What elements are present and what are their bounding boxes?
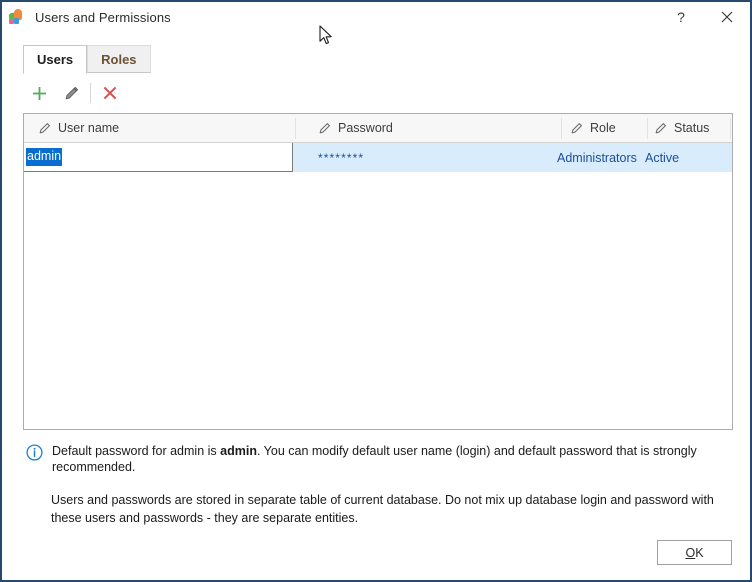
grid-toolbar <box>23 78 126 108</box>
header-separator <box>561 118 562 139</box>
help-button[interactable]: ? <box>658 2 704 32</box>
column-header-label: Role <box>590 121 616 135</box>
tab-users[interactable]: Users <box>23 45 88 74</box>
user-name-cell-editor[interactable]: admin <box>24 143 293 172</box>
close-x-icon <box>103 86 117 100</box>
column-header-status[interactable]: Status <box>654 114 709 142</box>
column-header-label: User name <box>58 121 120 135</box>
tab-users-label: Users <box>37 52 74 67</box>
user-name-input-value: admin <box>26 148 63 166</box>
header-separator <box>730 118 731 139</box>
header-separator <box>295 118 296 139</box>
app-leaf-icon <box>8 9 25 25</box>
pencil-icon <box>319 122 330 133</box>
tab-roles[interactable]: Roles <box>87 45 151 73</box>
tab-bar: Users Roles <box>23 45 151 74</box>
users-and-permissions-window: Users and Permissions ? Users Roles User… <box>0 0 752 582</box>
info-circle-icon <box>26 444 43 461</box>
title-bar-buttons: ? <box>658 2 750 32</box>
password-value: ******** <box>318 150 365 165</box>
pencil-icon <box>65 86 78 99</box>
status-value: Active <box>645 150 680 165</box>
delete-user-button[interactable] <box>94 79 126 107</box>
pencil-icon <box>571 122 582 133</box>
pencil-icon <box>39 122 50 133</box>
role-cell[interactable]: Administrators <box>557 143 637 172</box>
column-header-role[interactable]: Role <box>570 114 616 142</box>
ok-button[interactable]: OK <box>657 540 732 565</box>
column-header-user-name[interactable]: User name <box>38 114 119 142</box>
info-panel: Default password for admin is admin. You… <box>26 443 732 527</box>
window-title: Users and Permissions <box>35 9 171 25</box>
ok-button-accelerator: O <box>685 545 696 560</box>
column-header-label: Status <box>674 121 710 135</box>
plus-icon <box>32 86 46 100</box>
tab-roles-label: Roles <box>101 51 137 67</box>
close-button[interactable] <box>704 2 750 32</box>
info-line-2: Users and passwords are stored in separa… <box>51 492 714 525</box>
question-mark-icon: ? <box>677 9 685 25</box>
header-separator <box>647 118 648 139</box>
info-line-1-bold: admin <box>220 444 257 458</box>
users-grid[interactable]: User name Password Role Status admin ***… <box>23 113 733 430</box>
table-row[interactable]: admin ******** Administrators Active <box>24 143 732 172</box>
status-cell[interactable]: Active <box>645 143 679 172</box>
password-cell[interactable]: ******** <box>318 143 364 172</box>
edit-user-button[interactable] <box>55 79 87 107</box>
info-line-1: Default password for admin is admin. You… <box>52 443 732 476</box>
pencil-icon <box>655 122 666 133</box>
title-bar: Users and Permissions ? <box>2 2 750 32</box>
role-value: Administrators <box>557 150 637 165</box>
toolbar-separator <box>90 83 91 103</box>
add-user-button[interactable] <box>23 79 55 107</box>
close-icon <box>721 11 733 23</box>
column-header-password[interactable]: Password <box>318 114 393 142</box>
ok-button-label-rest: K <box>695 545 704 560</box>
grid-header-row: User name Password Role Status <box>24 114 732 143</box>
column-header-label: Password <box>338 121 393 135</box>
info-line-1-before: Default password for admin is <box>52 444 221 458</box>
